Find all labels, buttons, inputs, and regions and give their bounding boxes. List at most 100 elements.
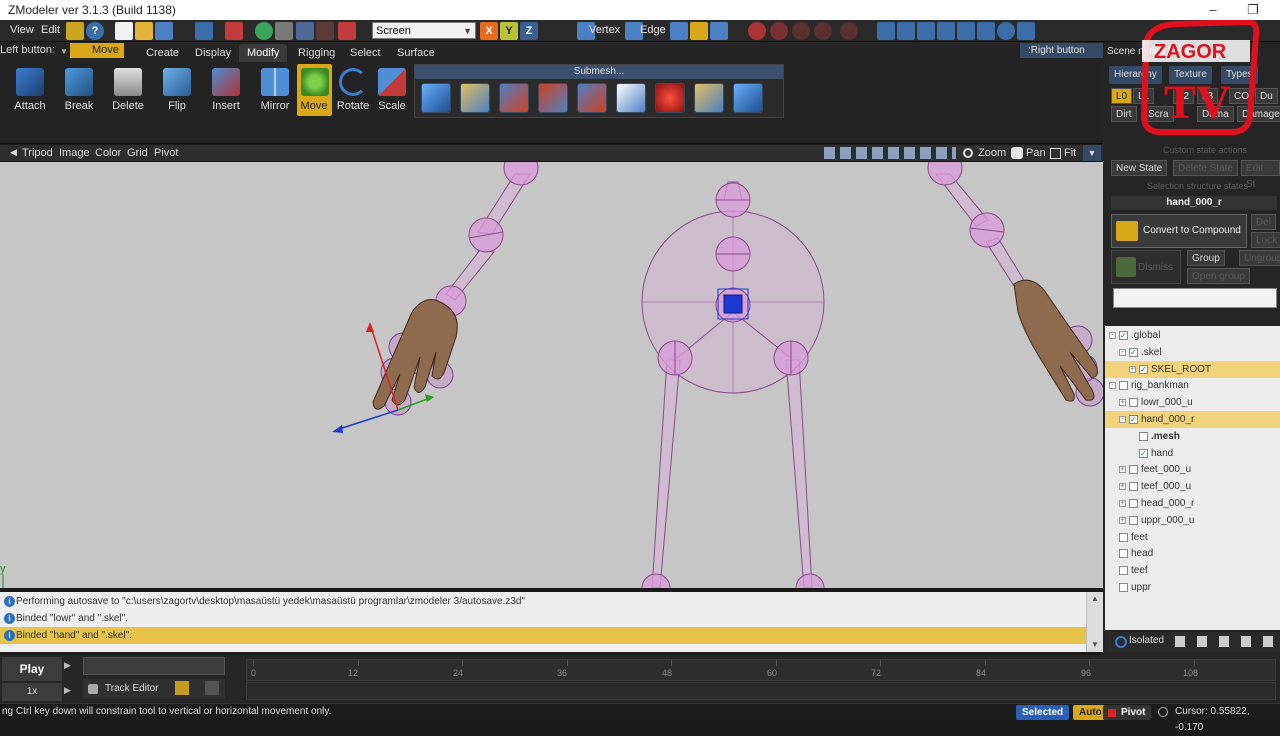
visibility-checkbox[interactable]: ✓ [1129, 415, 1138, 424]
scene-canvas[interactable]: y [0, 162, 1103, 588]
screen-combo[interactable]: Screen ▼ [372, 22, 476, 39]
tree-node[interactable]: feet [1105, 529, 1280, 546]
wizard-icon[interactable] [66, 22, 84, 40]
tab-display[interactable]: Display [187, 44, 239, 62]
track-editor-button[interactable]: Track Editor [83, 679, 225, 699]
last-frame-icon[interactable]: ▶ [64, 685, 71, 696]
collapse-icon[interactable]: - [1109, 332, 1116, 339]
view-front-icon[interactable] [877, 22, 895, 40]
maximize-button[interactable]: ❐ [1238, 0, 1268, 20]
view-user-icon[interactable] [957, 22, 975, 40]
edit-state-button[interactable]: Edit St [1241, 160, 1280, 190]
del-button[interactable]: Del [1251, 214, 1277, 230]
chevron-left-icon[interactable]: ◀ [10, 147, 17, 158]
tripod-menu[interactable]: Tripod [22, 147, 53, 159]
view-left-icon[interactable] [977, 22, 995, 40]
visibility-checkbox[interactable] [1129, 398, 1138, 408]
tree-node[interactable]: uppr [1105, 579, 1280, 596]
collapse-icon[interactable]: - [1109, 382, 1116, 390]
visibility-checkbox[interactable]: ✓ [1139, 364, 1148, 374]
submesh-cut-icon[interactable] [616, 83, 646, 113]
import-icon[interactable] [195, 22, 213, 40]
visibility-checkbox[interactable] [1119, 566, 1128, 576]
convert-compound-button[interactable]: Convert to Compound [1111, 214, 1247, 248]
node-name-field[interactable]: hand_000_r [1111, 196, 1277, 210]
zoom-button[interactable]: Zoom [978, 147, 1006, 159]
insert-button[interactable]: Insert [206, 64, 246, 118]
face-icon[interactable] [670, 22, 688, 40]
tree-node[interactable]: + ✓ SKEL_ROOT [1105, 360, 1280, 378]
visibility-checkbox[interactable] [1119, 583, 1128, 592]
minimize-button[interactable]: – [1198, 0, 1228, 20]
right-button-label[interactable]: :Right button [1020, 43, 1103, 58]
visibility-checkbox[interactable] [1119, 532, 1128, 542]
tree-node[interactable]: .mesh [1105, 428, 1280, 445]
log-panel[interactable]: i Performing autosave to "c:\users\zagort… [0, 592, 1103, 652]
visibility-checkbox[interactable] [1119, 549, 1128, 559]
left-button-mode[interactable]: Move [70, 43, 124, 58]
tree-node[interactable]: + lowr_000_u [1105, 394, 1280, 411]
tree-node[interactable]: + head_000_r [1105, 495, 1280, 512]
tree-node[interactable]: + uppr_000_u [1105, 512, 1280, 529]
next-frame-icon[interactable]: ▶ [64, 660, 71, 671]
tree-action-icon[interactable] [1175, 636, 1185, 647]
lod-l0[interactable]: L0 [1111, 88, 1133, 104]
right-hand-mesh[interactable] [1013, 279, 1103, 407]
tab-create[interactable]: Create [138, 44, 187, 62]
visibility-checkbox[interactable] [1139, 431, 1148, 441]
edge-mode[interactable]: Edge [640, 24, 666, 36]
object-mode-icon[interactable] [690, 22, 708, 40]
tree-node[interactable]: head [1105, 545, 1280, 562]
play-button[interactable]: Play [2, 657, 62, 681]
viewport-menu-chevron-icon[interactable]: ▼ [1083, 145, 1101, 161]
tab-select[interactable]: Select [342, 44, 389, 62]
speed-selector[interactable]: 1x [2, 683, 62, 701]
submesh-cube-icon[interactable] [421, 83, 451, 113]
submesh-box-icon[interactable] [694, 83, 724, 113]
expand-icon[interactable]: + [1119, 516, 1126, 524]
expand-icon[interactable]: + [1119, 483, 1126, 491]
visibility-checkbox[interactable]: ✓ [1129, 347, 1138, 357]
undo-icon[interactable] [296, 22, 314, 40]
submesh-grid-icon[interactable] [733, 83, 763, 113]
expand-icon[interactable]: + [1119, 500, 1126, 507]
axis-y-icon[interactable]: Y [500, 22, 518, 40]
new-state-button[interactable]: New State [1111, 160, 1168, 176]
view-top-icon[interactable] [917, 22, 935, 40]
submesh-fill-icon[interactable] [655, 83, 685, 113]
visibility-checkbox[interactable] [1129, 465, 1138, 475]
tab-surface[interactable]: Surface [389, 44, 443, 62]
chevron-down-icon[interactable]: ▼ [60, 47, 68, 56]
state-dirt[interactable]: Dirt [1111, 106, 1137, 122]
viewport-3d[interactable]: y [0, 162, 1103, 588]
vertex-mode[interactable]: Vertex [589, 24, 620, 36]
export-icon[interactable] [225, 22, 243, 40]
fit-button[interactable]: Fit [1064, 147, 1076, 159]
snap-vertex-icon[interactable] [814, 22, 832, 40]
gizmo-arrow-z[interactable] [332, 425, 343, 433]
scroll-down-icon[interactable]: ▼ [1091, 640, 1099, 649]
snap-options-icon[interactable] [840, 22, 858, 40]
delete-button[interactable]: Delete [108, 64, 148, 118]
expand-icon[interactable]: + [1119, 399, 1126, 407]
visibility-checkbox[interactable]: ✓ [1139, 448, 1148, 458]
log-scrollbar[interactable]: ▲ ▼ [1086, 592, 1103, 652]
gizmo-axis-z[interactable] [335, 409, 399, 431]
break-button[interactable]: Break [59, 64, 99, 118]
tree-node[interactable]: - rig_bankman [1105, 377, 1280, 394]
grid-menu[interactable]: Grid [127, 147, 148, 159]
layout-icon[interactable] [275, 22, 293, 40]
help-icon[interactable]: ? [86, 22, 104, 40]
view-camera-icon[interactable] [997, 22, 1015, 40]
tree-node[interactable]: - ✓ .global [1105, 327, 1280, 344]
tree-node[interactable]: - ✓ hand_000_r [1105, 411, 1280, 428]
save-icon[interactable] [155, 22, 173, 40]
timeline-ruler[interactable]: 0 12 24 36 48 60 72 84 96 108 [246, 659, 1276, 681]
tree-action-icon[interactable] [1263, 636, 1273, 647]
scroll-up-icon[interactable]: ▲ [1091, 594, 1099, 603]
submesh-title[interactable]: Submesh... [415, 65, 783, 79]
timeline-keys-track[interactable] [246, 682, 1276, 700]
tree-node[interactable]: + teef_000_u [1105, 478, 1280, 495]
visibility-checkbox[interactable] [1129, 515, 1138, 525]
selected-pivot-box[interactable] [723, 294, 743, 314]
